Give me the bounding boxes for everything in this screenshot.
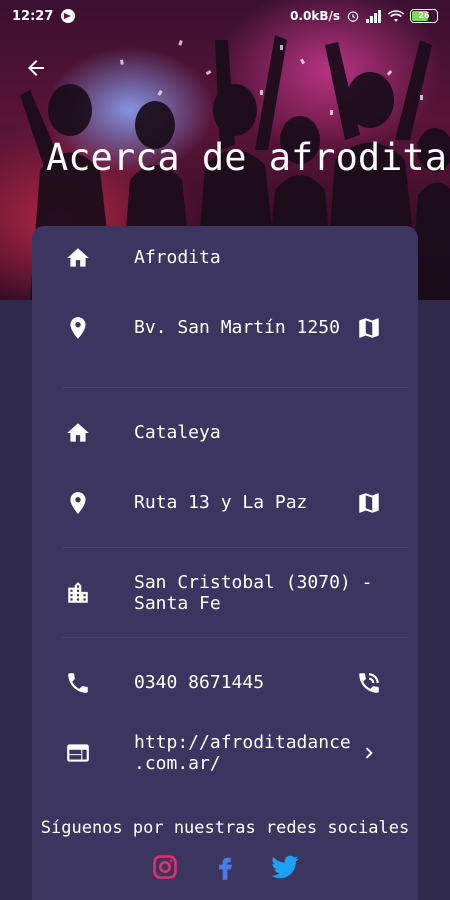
chevron-right-icon: [365, 747, 373, 759]
location-name: Afrodita: [134, 247, 221, 268]
location-address: Ruta 13 y La Paz: [134, 492, 308, 513]
info-card: Afrodita Bv. San Martín 1250 Cataleya Ru…: [32, 226, 418, 900]
city-line: Santa Fe: [134, 593, 221, 614]
signal-icon: [366, 9, 381, 23]
divider: [62, 637, 408, 638]
location-address: Bv. San Martín 1250: [134, 317, 340, 338]
city-line: San Cristobal (3070) -: [134, 572, 373, 593]
alarm-icon: [347, 11, 359, 22]
network-speed: 0.0kB/s: [290, 9, 340, 23]
divider: [62, 387, 408, 388]
city-text: San Cristobal (3070) - Santa Fe: [134, 572, 372, 614]
status-time: 12:27: [12, 8, 54, 24]
twitter-button[interactable]: [268, 850, 302, 884]
open-map-button[interactable]: [354, 313, 384, 343]
home-icon: [65, 245, 91, 271]
open-map-button[interactable]: [354, 488, 384, 518]
phone-icon: [65, 670, 91, 696]
website-line: http://afroditadance: [134, 732, 351, 753]
social-title: Síguenos por nuestras redes sociales: [40, 818, 410, 838]
facebook-icon: [219, 857, 232, 880]
city-icon: [65, 580, 91, 606]
instagram-icon: [153, 855, 177, 879]
phone-number: 0340 8671445: [134, 672, 265, 693]
web-icon: [65, 740, 91, 766]
phone-in-talk-icon: [359, 673, 379, 693]
map-icon: [359, 493, 379, 513]
telegram-icon: [61, 9, 76, 23]
battery-icon: 26: [410, 9, 438, 23]
website-line: .com.ar/: [134, 753, 221, 774]
home-icon: [65, 420, 91, 446]
facebook-button[interactable]: [208, 850, 242, 884]
wifi-icon: [388, 9, 404, 22]
status-right: 0.0kB/s 26: [290, 9, 438, 23]
divider: [62, 547, 408, 548]
location-pin-icon: [65, 315, 91, 341]
arrow-back-icon: [28, 60, 44, 76]
map-icon: [359, 318, 379, 338]
call-button[interactable]: [354, 668, 384, 698]
open-website-button[interactable]: [354, 738, 384, 768]
website-link[interactable]: http://afroditadance .com.ar/: [134, 732, 351, 774]
page-title: Acerca de afrodita: [46, 136, 447, 179]
back-button[interactable]: [20, 52, 52, 84]
location-name: Cataleya: [134, 422, 221, 443]
status-bar: 12:27 0.0kB/s 26: [0, 0, 450, 32]
instagram-button[interactable]: [148, 850, 182, 884]
twitter-icon: [271, 855, 299, 879]
location-pin-icon: [65, 490, 91, 516]
